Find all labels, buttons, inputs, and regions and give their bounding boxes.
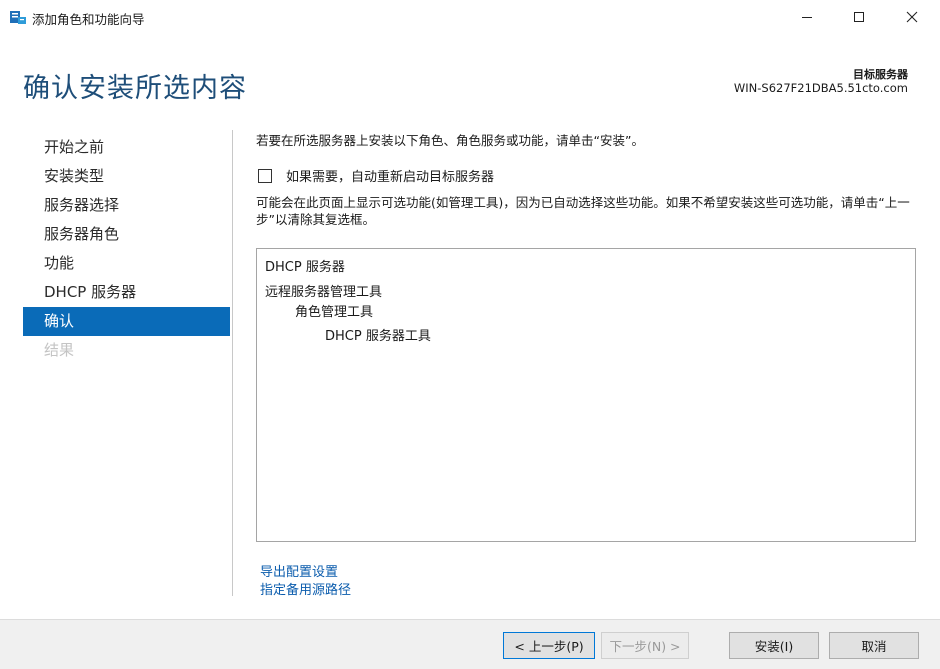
- maximize-icon: [854, 12, 864, 22]
- export-config-link[interactable]: 导出配置设置: [260, 561, 338, 580]
- sidebar-divider: [232, 130, 233, 596]
- title-bar: 添加角色和功能向导: [0, 0, 940, 34]
- install-button[interactable]: 安装(I): [729, 632, 819, 659]
- close-icon: [906, 11, 918, 23]
- server-manager-icon: [10, 11, 26, 24]
- target-server-name: WIN-S627F21DBA5.51cto.com: [733, 81, 908, 95]
- window-title: 添加角色和功能向导: [32, 12, 145, 27]
- list-item: 角色管理工具: [295, 305, 374, 320]
- page-title: 确认安装所选内容: [23, 73, 247, 104]
- step-features[interactable]: 功能: [23, 249, 230, 278]
- step-server-selection[interactable]: 服务器选择: [23, 191, 230, 220]
- optional-features-note: 可能会在此页面上显示可选功能(如管理工具)，因为已自动选择这些功能。如果不希望安…: [256, 195, 910, 227]
- step-confirmation[interactable]: 确认: [23, 307, 230, 336]
- cancel-button[interactable]: 取消: [829, 632, 919, 659]
- target-server-label: 目标服务器: [853, 68, 908, 81]
- step-server-roles[interactable]: 服务器角色: [23, 220, 230, 249]
- step-before-you-begin[interactable]: 开始之前: [23, 133, 230, 162]
- wizard-steps: 开始之前 安装类型 服务器选择 服务器角色 功能 DHCP 服务器 确认 结果: [23, 133, 230, 365]
- restart-checkbox[interactable]: [258, 168, 272, 183]
- minimize-icon: [802, 17, 812, 18]
- step-installation-type[interactable]: 安装类型: [23, 162, 230, 191]
- selection-list[interactable]: DHCP 服务器 远程服务器管理工具 角色管理工具 DHCP 服务器工具: [256, 248, 916, 542]
- maximize-button[interactable]: [836, 0, 882, 34]
- step-results: 结果: [44, 341, 75, 359]
- step-dhcp-server[interactable]: DHCP 服务器: [23, 278, 230, 307]
- restart-checkbox-label[interactable]: 如果需要，自动重新启动目标服务器: [286, 166, 494, 185]
- restart-option[interactable]: 如果需要，自动重新启动目标服务器: [256, 166, 494, 185]
- list-item: DHCP 服务器工具: [325, 329, 431, 344]
- intro-text: 若要在所选服务器上安装以下角色、角色服务或功能，请单击“安装”。: [256, 133, 644, 148]
- list-item: DHCP 服务器: [265, 260, 345, 275]
- minimize-button[interactable]: [784, 0, 830, 34]
- next-button: 下一步(N) >: [601, 632, 689, 659]
- close-button[interactable]: [889, 0, 935, 34]
- alternate-source-link[interactable]: 指定备用源路径: [260, 579, 351, 598]
- list-item: 远程服务器管理工具: [265, 285, 383, 300]
- previous-button[interactable]: < 上一步(P): [503, 632, 595, 659]
